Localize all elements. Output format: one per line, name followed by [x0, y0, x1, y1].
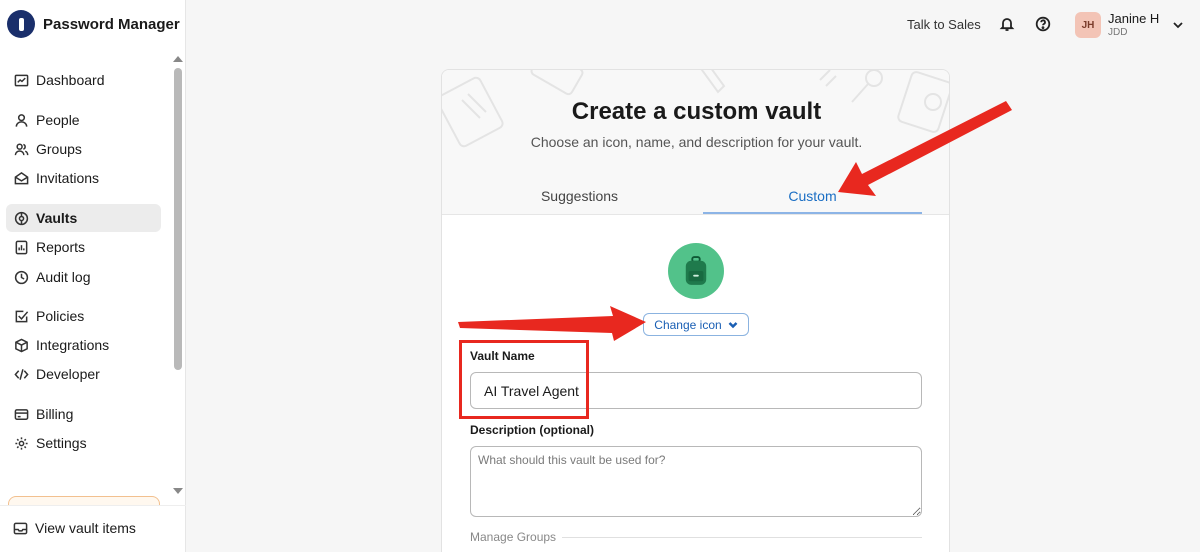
app-name: Password Manager [43, 15, 180, 33]
sidebar-divider [0, 505, 186, 506]
change-icon-button[interactable]: Change icon [643, 313, 749, 336]
sidebar-item-label: Billing [36, 406, 74, 422]
sidebar-item-label: People [36, 112, 80, 128]
credit-card-icon [13, 406, 29, 422]
sidebar-item-label: Dashboard [36, 72, 105, 88]
sidebar-item-label: Vaults [36, 210, 78, 226]
tab-custom[interactable]: Custom [703, 188, 922, 215]
sidebar-item-integrations[interactable]: Integrations [6, 331, 161, 359]
create-vault-modal: Create a custom vault Choose an icon, na… [441, 69, 950, 552]
talk-to-sales-link[interactable]: Talk to Sales [907, 17, 981, 32]
user-name[interactable]: Janine H [1108, 11, 1159, 26]
sidebar-item-audit-log[interactable]: Audit log [6, 263, 161, 291]
chevron-down-icon[interactable] [1172, 19, 1184, 31]
backpack-icon [668, 243, 724, 299]
sidebar-item-dashboard[interactable]: Dashboard [6, 66, 161, 94]
description-label: Description (optional) [470, 423, 594, 437]
modal-subtitle: Choose an icon, name, and description fo… [530, 134, 863, 150]
sidebar: Password Manager Dashboard People Groups… [0, 0, 186, 552]
clock-icon [13, 269, 29, 285]
sidebar-item-policies[interactable]: Policies [6, 302, 161, 330]
sidebar-item-reports[interactable]: Reports [6, 233, 161, 261]
sidebar-item-label: Groups [36, 141, 82, 157]
scroll-up-icon[interactable] [173, 56, 183, 62]
groups-icon [13, 141, 29, 157]
chevron-down-icon [728, 321, 738, 328]
avatar[interactable]: JH [1075, 12, 1101, 38]
vault-icon [13, 210, 29, 226]
sidebar-item-label: Integrations [36, 337, 110, 353]
sidebar-item-settings[interactable]: Settings [6, 429, 161, 457]
dashboard-icon [13, 72, 29, 88]
sidebar-item-label: Audit log [36, 269, 91, 285]
cube-icon [13, 337, 29, 353]
brand[interactable]: Password Manager [7, 10, 180, 38]
sidebar-scrollbar[interactable] [172, 52, 184, 502]
view-vault-items-link[interactable]: View vault items [6, 514, 166, 542]
gear-icon [13, 435, 29, 451]
help-icon[interactable] [1035, 16, 1051, 32]
vault-name-highlight [459, 340, 589, 419]
description-input[interactable] [470, 446, 922, 517]
code-icon [13, 366, 29, 382]
sidebar-item-label: Invitations [36, 170, 100, 186]
scroll-thumb[interactable] [174, 68, 182, 370]
manage-groups-divider [562, 537, 922, 538]
sidebar-item-invitations[interactable]: Invitations [6, 164, 161, 192]
sidebar-item-people[interactable]: People [6, 106, 161, 134]
user-org: JDD [1108, 27, 1128, 38]
sidebar-item-label: Policies [36, 308, 85, 324]
checkbox-icon [13, 308, 29, 324]
report-icon [13, 239, 29, 255]
sidebar-item-label: Developer [36, 366, 100, 382]
change-icon-label: Change icon [654, 317, 722, 332]
scroll-down-icon[interactable] [173, 488, 183, 494]
sidebar-item-label: Reports [36, 239, 86, 255]
tab-suggestions[interactable]: Suggestions [470, 188, 689, 214]
sidebar-item-vaults[interactable]: Vaults [6, 204, 161, 232]
view-vault-items-label: View vault items [35, 520, 136, 536]
tray-icon [13, 522, 28, 534]
sidebar-item-groups[interactable]: Groups [6, 135, 161, 163]
sidebar-item-developer[interactable]: Developer [6, 360, 161, 388]
sidebar-item-label: Settings [36, 435, 87, 451]
envelope-icon [13, 170, 29, 186]
tabs-divider [442, 214, 949, 215]
modal-title: Create a custom vault [571, 98, 822, 125]
brand-logo-icon [7, 10, 35, 38]
manage-groups-label: Manage Groups [470, 530, 557, 544]
sidebar-item-billing[interactable]: Billing [6, 400, 161, 428]
modal-header: Create a custom vault Choose an icon, na… [442, 70, 949, 215]
bell-icon[interactable] [999, 16, 1015, 32]
person-icon [13, 112, 29, 128]
